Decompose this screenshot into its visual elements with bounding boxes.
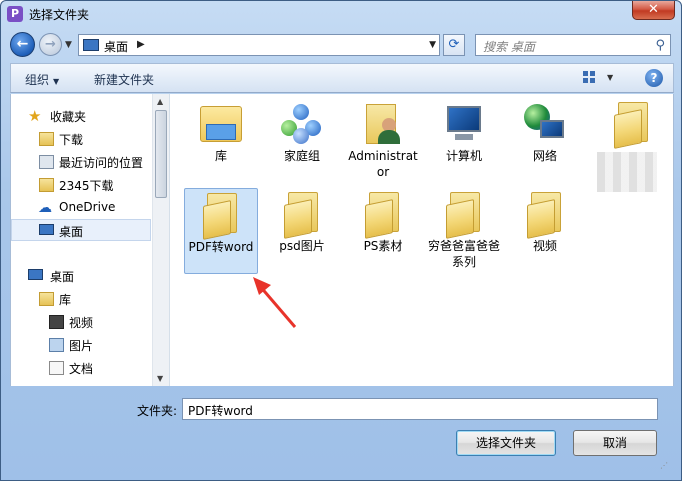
address-bar[interactable]: 桌面 ▶ ▼ bbox=[78, 34, 440, 56]
item-library[interactable]: 库 bbox=[184, 98, 258, 164]
refresh-button[interactable]: ⟳ bbox=[443, 34, 465, 56]
new-folder-button[interactable]: 新建文件夹 bbox=[94, 71, 154, 88]
red-pointer-arrow-icon bbox=[253, 277, 297, 328]
bottom-panel: 文件夹: PDF转word 选择文件夹 取消 ⋰ bbox=[10, 387, 674, 475]
view-options-icon[interactable] bbox=[583, 71, 597, 84]
address-dropdown-icon[interactable]: ▼ bbox=[429, 40, 436, 50]
breadcrumb-chevron-icon[interactable]: ▶ bbox=[137, 39, 145, 50]
cancel-button[interactable]: 取消 bbox=[573, 430, 657, 456]
nav-item-videos[interactable]: 视频 bbox=[11, 311, 151, 333]
cloud-icon: ☁ bbox=[38, 200, 52, 216]
item-rich-dad-series[interactable]: 穷爸爸富爸爸系列 bbox=[427, 188, 501, 270]
item-homegroup[interactable]: 家庭组 bbox=[265, 98, 339, 164]
title-bar: P 选择文件夹 ✕ bbox=[1, 1, 681, 27]
app-icon: P bbox=[7, 6, 23, 22]
folder-view: 库 家庭组 Administrator 计算机 网络 PDF转word psd图… bbox=[169, 94, 674, 386]
scroll-down-icon[interactable]: ▼ bbox=[157, 374, 163, 383]
folder-icon bbox=[282, 192, 322, 239]
nav-item-library[interactable]: 库 bbox=[11, 288, 151, 310]
library-icon bbox=[198, 102, 244, 146]
folder-field-label: 文件夹: bbox=[137, 404, 178, 418]
chevron-down-icon: ▼ bbox=[53, 77, 60, 86]
folder-icon bbox=[39, 178, 54, 192]
user-folder-icon bbox=[360, 102, 406, 146]
network-icon bbox=[522, 102, 568, 146]
address-location: 桌面 bbox=[104, 40, 129, 54]
history-dropdown-icon[interactable]: ▼ bbox=[65, 40, 72, 50]
nav-item-desktop-favorite[interactable]: 桌面 bbox=[11, 219, 151, 241]
computer-icon bbox=[441, 102, 487, 146]
folder-icon bbox=[201, 193, 241, 240]
navigation-pane: ★ 收藏夹 下载 最近访问的位置 2345下载 ☁ OneDrive 桌面 桌面 bbox=[10, 94, 169, 386]
star-icon: ★ bbox=[28, 107, 42, 125]
pictures-icon bbox=[49, 338, 64, 352]
nav-item-onedrive[interactable]: ☁ OneDrive bbox=[11, 197, 151, 219]
item-administrator[interactable]: Administrator bbox=[346, 98, 420, 180]
nav-scrollbar[interactable]: ▲ ▼ bbox=[152, 94, 169, 386]
recent-places-icon bbox=[39, 155, 54, 169]
desktop-icon bbox=[83, 39, 99, 51]
dialog-window: P 选择文件夹 ✕ ← → ▼ 桌面 ▶ ▼ ⟳ 搜索 桌面 ⚲ 组织 ▼ 新建文… bbox=[0, 0, 682, 481]
window-title: 选择文件夹 bbox=[29, 8, 90, 22]
homegroup-icon bbox=[279, 102, 325, 146]
folder-icon bbox=[612, 102, 652, 149]
desktop-icon bbox=[39, 224, 54, 235]
folder-icon bbox=[363, 192, 403, 239]
item-computer[interactable]: 计算机 bbox=[427, 98, 501, 164]
back-button[interactable]: ← bbox=[10, 32, 35, 57]
nav-item-documents[interactable]: 文档 bbox=[11, 357, 151, 379]
item-ps-materials[interactable]: PS素材 bbox=[346, 188, 420, 254]
select-folder-button[interactable]: 选择文件夹 bbox=[456, 430, 556, 456]
item-network[interactable]: 网络 bbox=[508, 98, 582, 164]
search-placeholder: 搜索 桌面 bbox=[483, 40, 535, 54]
folder-icon bbox=[444, 192, 484, 239]
video-icon bbox=[49, 315, 64, 329]
download-folder-icon bbox=[39, 132, 54, 146]
resize-grip-icon[interactable]: ⋰ bbox=[660, 461, 670, 471]
organize-label: 组织 bbox=[25, 73, 50, 87]
folder-icon bbox=[525, 192, 565, 239]
close-button[interactable]: ✕ bbox=[632, 1, 675, 20]
nav-item-pictures[interactable]: 图片 bbox=[11, 334, 151, 356]
folder-name-input[interactable]: PDF转word bbox=[182, 398, 658, 420]
library-icon bbox=[39, 292, 54, 306]
search-input[interactable]: 搜索 桌面 ⚲ bbox=[475, 34, 671, 56]
command-toolbar: 组织 ▼ 新建文件夹 ▼ ? bbox=[10, 63, 674, 93]
scroll-up-icon[interactable]: ▲ bbox=[157, 97, 163, 106]
nav-item-downloads[interactable]: 下载 bbox=[11, 128, 151, 150]
item-videos-folder[interactable]: 视频 bbox=[508, 188, 582, 254]
forward-button[interactable]: → bbox=[39, 33, 62, 56]
nav-item-desktop[interactable]: 桌面 bbox=[11, 265, 151, 287]
scroll-thumb[interactable] bbox=[155, 110, 167, 198]
documents-icon bbox=[49, 361, 64, 375]
desktop-icon bbox=[28, 269, 43, 280]
nav-item-recent[interactable]: 最近访问的位置 bbox=[11, 151, 151, 173]
organize-button[interactable]: 组织 ▼ bbox=[25, 71, 59, 88]
item-psd-images[interactable]: psd图片 bbox=[265, 188, 339, 254]
nav-item-2345[interactable]: 2345下载 bbox=[11, 174, 151, 196]
search-icon[interactable]: ⚲ bbox=[655, 38, 665, 53]
blurred-label bbox=[597, 152, 657, 192]
view-dropdown-icon[interactable]: ▼ bbox=[607, 73, 613, 82]
address-row: ← → ▼ 桌面 ▶ ▼ ⟳ 搜索 桌面 ⚲ bbox=[1, 29, 681, 59]
item-pdf-to-word[interactable]: PDF转word bbox=[184, 188, 258, 274]
item-blurred[interactable] bbox=[589, 98, 675, 192]
help-icon[interactable]: ? bbox=[645, 69, 663, 87]
nav-item-favorites[interactable]: ★ 收藏夹 bbox=[11, 105, 151, 127]
